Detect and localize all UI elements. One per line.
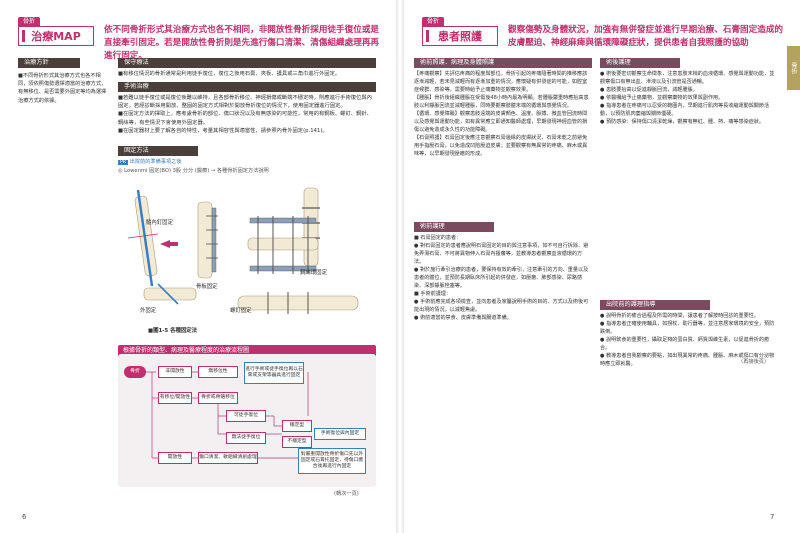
intro-text-right: 觀察傷勢及身體狀況，加強有無併發症並進行早期治療、石膏固定造成的皮膚壓迫、神經麻…	[508, 25, 784, 48]
continued-note-right: （再接後頁）	[738, 359, 770, 365]
flow-node-stable: 穩定型	[282, 420, 312, 432]
section-preop-text: ■ 石膏固定的患者： ● 對石膏固定的患者應說明石膏固定的目的與注意事項，如不可…	[414, 235, 589, 321]
flow-node-displaced: 有移位/開放性	[158, 392, 192, 404]
section-conservative-title: 保守療法	[118, 58, 376, 68]
section-preop-title: 術前護理	[414, 222, 494, 232]
side-label: 治療方針	[18, 58, 80, 68]
section-assessment-title: 術前照護．病理及身體照護	[414, 58, 592, 68]
fixation-figure	[118, 178, 368, 338]
section-fixation-title: 固定方法	[118, 146, 198, 156]
page-number-right: 7	[770, 513, 775, 521]
left-page: 骨折 治療MAP 依不同骨折形式其治療方式也各不相同，非開放性骨折採用徒手復位或…	[0, 0, 396, 533]
section-assessment-text: 【疼痛觀察】先評估疼痛的程度與部位。骨折引起的疼痛隨著時間的推移應該逐漸減輕，若…	[414, 71, 589, 157]
flow-node-fracture: 骨折	[124, 366, 146, 378]
flow-diagram: 骨折 非開放性 無移位性 進行手術或徒手復位再以石膏或支架等器具進行固定 有移位…	[118, 354, 376, 487]
flow-node-reducible: 可徒手復位	[226, 410, 266, 422]
reference-text: 出院前的準備事項之後	[129, 159, 182, 165]
badge-tag: 骨折	[18, 17, 41, 26]
right-header-badge: 骨折 患者照護	[422, 17, 498, 47]
reference-tag: PR	[118, 160, 128, 165]
bone-intramedullary-nail	[127, 189, 159, 287]
section-discharge-title: 出院前的護理指導	[600, 300, 710, 310]
flow-node-cast-fixation: 進行手術或徒手復位再以石膏或支架等器具進行固定	[244, 362, 304, 384]
bone-screw	[143, 283, 197, 305]
bone-general	[237, 292, 359, 314]
side-text: ■不同骨折形式其治療方式也各不相同，須依照傷勢選擇適當的治療方式，有無移位、是否…	[18, 73, 107, 104]
chapter-thumb-tab[interactable]: 骨折	[787, 46, 800, 90]
badge-title-right: 患者照護	[422, 26, 498, 46]
flow-node-external-fixation: 對嚴重開放性骨折傷口先以外固定或石膏托固定，待傷口癒合後再進行內固定	[298, 448, 366, 474]
figure-caption: ■圖1-5 各種固定法	[148, 328, 198, 334]
right-page: 骨折 患者照護 觀察傷勢及身體狀況，加強有無併發症並進行早期治療、石膏固定造成的…	[404, 0, 800, 533]
reference-line-1[interactable]: PR 出院前的準備事項之後	[118, 158, 376, 167]
reference-line-2: ◎ Lowenmi 固定(BO) 3股 分分 (醫療) → 各種骨折固定方法說明	[118, 168, 269, 174]
flow-node-irreducible: 無法徒手復位	[226, 432, 266, 444]
section-postop-title: 術後護理	[600, 58, 680, 68]
section-postop-text: ● 術後要密切觀察生命徵象，注意患肢末梢的血液循環、感覺與運動功能，並觀察傷口有…	[600, 71, 775, 125]
flow-node-debridement: 傷口清潔、軟組織清創處理	[198, 452, 258, 464]
continued-note: (轉次一頁)	[334, 491, 359, 497]
flow-node-unstable: 不穩定型	[282, 436, 312, 448]
bone-plate	[197, 201, 218, 279]
bone-cerclage	[302, 187, 320, 267]
bone-external-fixator	[247, 216, 319, 274]
flow-node-open: 開放性	[158, 452, 192, 464]
book-spread: 骨折 治療MAP 依不同骨折形式其治療方式也各不相同，非開放性骨折採用徒手復位或…	[0, 0, 800, 533]
book-gutter	[396, 0, 404, 533]
arrow-icon	[160, 240, 178, 248]
section-surgery-text: ■若難以徒手復位或是復位後難以維持，且各部骨折移位、神經損傷或斷端不穩定時，則應…	[118, 95, 372, 134]
section-surgery-title: 手術治療	[118, 82, 376, 92]
figure-label-b: 鋼絲環固定	[300, 270, 327, 276]
figure-label-a: 髓內釘固定	[146, 220, 173, 226]
figure-label-c: 骨板固定	[196, 284, 218, 290]
flow-node-no-displacement: 無移位性	[198, 366, 238, 378]
flow-node-bone-displacement: 骨折或骨骼移位	[198, 392, 238, 404]
flow-node-orif: 手術復位與內固定	[314, 428, 366, 440]
badge-tag-right: 骨折	[422, 17, 445, 26]
section-conservative-text: ■有移位情況的骨折通常是利用徒手復位，復位之後用石膏、夾板、護具或三角巾進行外固…	[118, 71, 341, 77]
page-number-left: 6	[22, 513, 27, 521]
figure-label-d: 外固定	[140, 308, 157, 314]
badge-title: 治療MAP	[18, 26, 94, 46]
flow-node-closed: 非開放性	[158, 366, 192, 378]
figure-label-e: 螺釘固定	[230, 308, 252, 314]
left-header-badge: 骨折 治療MAP	[18, 17, 94, 47]
chapter-thumb-label: 骨折	[790, 62, 797, 74]
